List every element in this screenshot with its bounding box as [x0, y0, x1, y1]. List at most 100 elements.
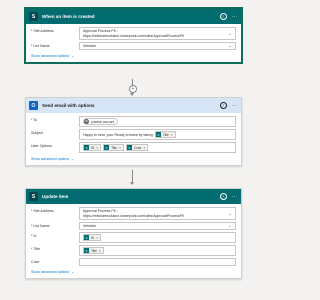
token-label: Title — [111, 145, 117, 150]
list-name-field[interactable]: Vehicles ⌄ — [79, 222, 236, 230]
site-address-label: * Site Address — [31, 209, 54, 213]
close-icon[interactable]: × — [171, 133, 173, 137]
trigger-title: When an item is created — [42, 14, 95, 19]
sharepoint-icon: S — [84, 248, 89, 253]
subject-text: Happy to hear, your Ready to leave by ta… — [83, 132, 153, 137]
update-item-header[interactable]: S Update item ? ··· — [26, 189, 241, 204]
connector-arrow — [130, 93, 134, 96]
token-label: ID — [91, 145, 95, 150]
help-icon[interactable]: ? — [219, 102, 227, 109]
id-row: * Id S ID × — [31, 232, 236, 243]
trigger-header[interactable]: S When an item is created ? ··· — [26, 9, 241, 24]
more-options-icon[interactable]: ··· — [232, 103, 239, 109]
to-field[interactable]: PA practice account — [79, 116, 236, 127]
send-email-card[interactable]: O Send email with options ? ··· * To PA … — [25, 97, 242, 166]
recipient-token[interactable]: PA practice account — [83, 118, 119, 125]
site-address-field[interactable]: Approval Process PK - https://reitshares… — [79, 27, 236, 40]
chevron-down-icon: ⌄ — [71, 157, 75, 161]
update-item-card[interactable]: S Update item ? ··· * Site Address Appro… — [25, 188, 242, 279]
sharepoint-icon: S — [104, 145, 110, 150]
sharepoint-icon: S — [155, 132, 161, 137]
subject-field[interactable]: Happy to hear, your Ready to leave by ta… — [79, 129, 236, 140]
close-icon[interactable]: × — [96, 146, 98, 150]
token-label: Color — [133, 145, 142, 150]
list-name-label: * List Name — [31, 224, 50, 228]
subject-label: Subject — [31, 131, 43, 135]
sharepoint-icon: S — [84, 235, 89, 240]
list-name-value: Vehicles — [83, 44, 97, 48]
list-name-value: Vehicles — [83, 224, 97, 228]
dynamic-token-id[interactable]: S ID × — [83, 144, 102, 151]
insert-step-plus-icon[interactable]: + — [129, 85, 137, 93]
chevron-down-icon[interactable]: ⌄ — [228, 223, 232, 229]
sharepoint-icon: S — [29, 192, 38, 201]
advanced-options-label: Show advanced options — [31, 157, 70, 161]
site-address-field[interactable]: Approval Process PK - https://reitshares… — [79, 207, 236, 220]
color-field[interactable] — [79, 258, 236, 266]
chevron-down-icon: ⌄ — [71, 54, 75, 58]
recipient-name: practice account — [91, 119, 115, 124]
site-address-row: * Site Address Approval Process PK - htt… — [31, 27, 236, 40]
show-advanced-options-link[interactable]: Show advanced options ⌄ — [31, 155, 236, 163]
subject-row: Subject Happy to hear, your Ready to lea… — [31, 129, 236, 140]
title-label: * Title — [31, 247, 40, 251]
chevron-down-icon: ⌄ — [71, 270, 75, 274]
list-name-row: * List Name Vehicles ⌄ — [31, 42, 236, 50]
site-address-label: * Site Address — [31, 29, 54, 33]
advanced-options-label: Show advanced options — [31, 54, 70, 58]
to-row: * To PA practice account — [31, 116, 236, 127]
close-icon[interactable]: × — [99, 249, 101, 253]
sharepoint-icon: S — [29, 12, 38, 21]
user-options-label: User Options — [31, 144, 52, 148]
id-label: * Id — [31, 234, 37, 238]
title-row: * Title S Title × — [31, 245, 236, 256]
site-address-url: https://reitsharesolution.sharepoint.com… — [83, 33, 185, 38]
more-options-icon[interactable]: ··· — [232, 14, 239, 20]
update-item-body: * Site Address Approval Process PK - htt… — [26, 204, 241, 278]
chevron-down-icon[interactable]: ⌄ — [228, 31, 232, 37]
sharepoint-icon: S — [126, 145, 132, 150]
site-address-row: * Site Address Approval Process PK - htt… — [31, 207, 236, 220]
close-icon[interactable]: × — [96, 236, 98, 240]
title-field[interactable]: S Title × — [79, 245, 236, 256]
send-email-title: Send email with options — [42, 103, 95, 108]
more-options-icon[interactable]: ··· — [232, 194, 239, 200]
send-email-header[interactable]: O Send email with options ? ··· — [26, 98, 241, 113]
trigger-body: * Site Address Approval Process PK - htt… — [26, 24, 241, 62]
token-label: Title — [162, 132, 169, 137]
user-options-row: User Options S ID × S Title × S Color × — [31, 142, 236, 153]
sharepoint-icon: S — [84, 145, 89, 150]
color-row: Color — [31, 258, 236, 266]
connector-arrow — [130, 182, 134, 185]
color-label: Color — [31, 260, 40, 264]
token-label: ID — [91, 235, 95, 240]
dynamic-token-title[interactable]: S Title × — [154, 131, 176, 138]
dynamic-token-id[interactable]: S ID × — [83, 234, 102, 241]
dynamic-token-title[interactable]: S Title × — [83, 247, 104, 254]
token-label: Title — [91, 248, 97, 253]
id-field[interactable]: S ID × — [79, 232, 236, 243]
dynamic-token-title[interactable]: S Title × — [103, 144, 124, 151]
trigger-card[interactable]: S When an item is created ? ··· * Site A… — [25, 8, 242, 63]
chevron-down-icon[interactable]: ⌄ — [228, 43, 232, 49]
send-email-body: * To PA practice account Subject Happy t… — [26, 113, 241, 165]
connector-line — [132, 170, 133, 182]
help-icon[interactable]: ? — [219, 193, 227, 200]
list-name-field[interactable]: Vehicles ⌄ — [79, 42, 236, 50]
list-name-row: * List Name Vehicles ⌄ — [31, 222, 236, 230]
user-options-field[interactable]: S ID × S Title × S Color × — [79, 142, 236, 153]
update-item-title: Update item — [42, 194, 69, 199]
list-name-label: * List Name — [31, 44, 50, 48]
site-address-url: https://reitsharesolution.sharepoint.com… — [83, 213, 185, 218]
show-advanced-options-link[interactable]: Show advanced options ⌄ — [31, 52, 236, 60]
close-icon[interactable]: × — [119, 146, 121, 150]
show-advanced-options-link[interactable]: Show advanced options ⌄ — [31, 268, 236, 276]
dynamic-token-color[interactable]: S Color × — [125, 144, 149, 151]
outlook-icon: O — [29, 101, 38, 110]
advanced-options-label: Show advanced options — [31, 270, 70, 274]
to-label: * To — [31, 118, 38, 122]
close-icon[interactable]: × — [143, 146, 145, 150]
help-icon[interactable]: ? — [219, 13, 227, 20]
chevron-down-icon[interactable]: ⌄ — [228, 211, 232, 217]
avatar: PA — [84, 119, 89, 124]
